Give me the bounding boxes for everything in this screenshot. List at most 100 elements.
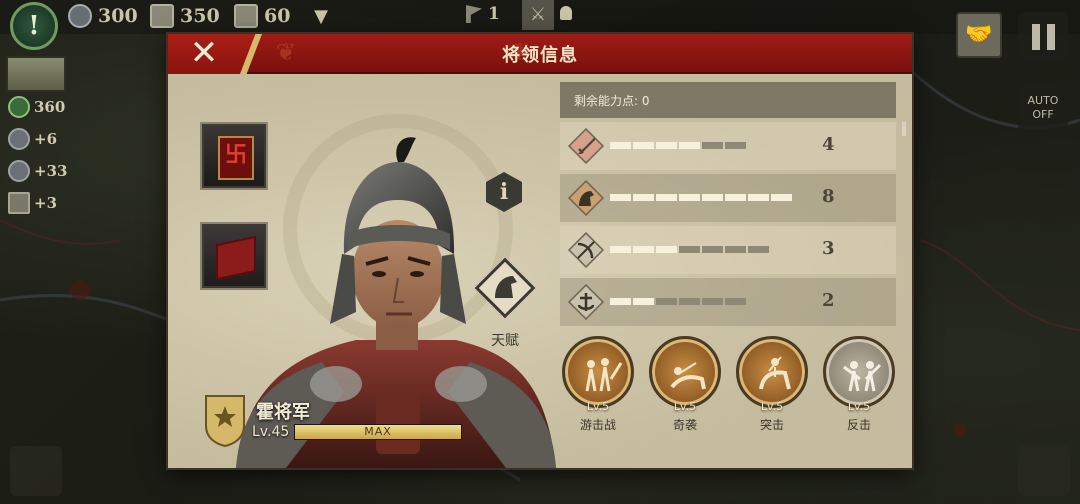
cavalry-value: 8 — [822, 186, 835, 207]
general-info-panel: ✕ ❦ ❦ 将领信息 卐 i 天赋 霍将军 Lv.45 MAX 剩余能力点: 0… — [168, 34, 912, 468]
alert-button[interactable]: ! — [10, 2, 58, 50]
stat-segment — [725, 142, 746, 149]
general-name: 霍将军 — [256, 402, 310, 423]
hourglass-button[interactable] — [1018, 446, 1070, 496]
panel-header: ✕ ❦ ❦ 将领信息 — [168, 34, 912, 74]
army-icon — [8, 96, 30, 118]
hammer-amount: 350 — [180, 5, 220, 27]
panel-title: 将领信息 — [502, 45, 578, 66]
bow-icon — [568, 232, 604, 268]
panel-body: 卐 i 天赋 霍将军 Lv.45 MAX 剩余能力点: 0 4 8 3 2 Lv… — [168, 74, 912, 468]
skill-name: 突击 — [759, 418, 784, 432]
scroll-icon — [234, 4, 258, 28]
skill-guerrilla[interactable]: Lv.5 游击战 — [560, 336, 636, 436]
army-value: 360 — [34, 98, 66, 116]
city-thumbnail[interactable] — [6, 56, 66, 92]
auto-label: AUTO — [1027, 94, 1059, 107]
experience-bar: MAX — [294, 424, 462, 440]
stat-row-attack: 4 — [560, 122, 896, 170]
silver-coin-icon — [68, 4, 92, 28]
stat-segment — [702, 298, 723, 305]
silver-amount: 300 — [98, 5, 138, 27]
stat-segment — [610, 142, 631, 149]
stat-segment — [725, 298, 746, 305]
info-icon: i — [499, 179, 509, 205]
archery-value: 3 — [822, 238, 835, 259]
stat-row-archery: 3 — [560, 226, 896, 274]
skill-level: Lv.5 — [673, 400, 697, 413]
skill-counterattack[interactable]: Lv.5 反击 — [821, 336, 897, 436]
talent-label: 天赋 — [491, 333, 519, 349]
rank-badge-icon — [205, 395, 245, 448]
stat-segment — [610, 194, 631, 201]
experience-label: MAX — [364, 425, 392, 438]
silver-income-value: +33 — [34, 162, 68, 180]
stat-segment — [656, 246, 677, 253]
silver-income-stat: +33 — [8, 160, 67, 182]
scroll-icon — [8, 192, 30, 214]
horse-icon — [568, 180, 604, 216]
skill-level: Lv.5 — [847, 400, 871, 413]
anchor-icon — [568, 284, 604, 320]
stat-segment — [610, 246, 631, 253]
person-icon — [560, 6, 572, 20]
stat-segment — [633, 142, 654, 149]
skill-name: 奇袭 — [672, 418, 697, 432]
stat-segment — [656, 142, 677, 149]
skill-name: 游击战 — [579, 418, 616, 432]
map-scroll-button[interactable] — [10, 446, 62, 496]
stat-row-cavalry: 8 — [560, 174, 896, 222]
scroll-amount: 60 — [264, 5, 291, 27]
counterattack-skill-icon — [823, 336, 895, 408]
people-value: +6 — [34, 130, 58, 148]
general-level: Lv.45 — [252, 424, 290, 440]
flag-icon — [466, 5, 482, 23]
pause-button[interactable] — [1018, 12, 1068, 62]
remaining-points-label: 剩余能力点: 0 — [574, 94, 650, 108]
stat-segment — [633, 246, 654, 253]
stat-segment — [748, 246, 769, 253]
diplomacy-handshake-button[interactable]: 🤝 — [956, 12, 1002, 58]
scroll-resource: 60 — [234, 4, 290, 28]
skill-surprise-attack[interactable]: Lv.5 奇袭 — [647, 336, 723, 436]
hammer-icon — [150, 4, 174, 28]
auto-state: OFF — [1032, 108, 1054, 121]
flag-count: 1 — [488, 4, 500, 24]
skill-assault[interactable]: Lv.5 突击 — [734, 336, 810, 436]
attack-value: 4 — [822, 134, 835, 155]
auto-toggle-button[interactable]: AUTO OFF — [1018, 82, 1068, 132]
assault-skill-icon — [736, 336, 808, 408]
stat-segment — [771, 194, 792, 201]
attack-bar — [610, 142, 746, 149]
stat-segment — [679, 194, 700, 201]
stat-segment — [702, 194, 723, 201]
stat-segment — [679, 142, 700, 149]
navy-value: 2 — [822, 290, 835, 311]
skill-level: Lv.5 — [760, 400, 784, 413]
stat-row-navy: 2 — [560, 278, 896, 326]
people-stat: +6 — [8, 128, 57, 150]
stat-segment — [633, 194, 654, 201]
scrollbar-thumb[interactable] — [902, 122, 906, 136]
chevron-down-icon[interactable]: ▼ — [308, 6, 334, 27]
crossed-swords-button[interactable]: ⚔ — [522, 0, 554, 30]
army-stat: 360 — [8, 96, 65, 118]
guerrilla-skill-icon — [562, 336, 634, 408]
stat-segment — [679, 246, 700, 253]
stat-segment — [725, 246, 746, 253]
stat-segment — [610, 298, 631, 305]
scroll-income-stat: +3 — [8, 192, 57, 214]
scroll-income-value: +3 — [34, 194, 58, 212]
archery-bar — [610, 246, 769, 253]
talent-horse-icon[interactable] — [471, 254, 539, 322]
stat-segment — [702, 142, 723, 149]
sword-icon — [568, 128, 604, 164]
remaining-points-box: 剩余能力点: 0 — [560, 82, 896, 118]
stat-segment — [656, 194, 677, 201]
skill-name: 反击 — [846, 418, 871, 432]
stat-segment — [748, 194, 769, 201]
cavalry-bar — [610, 194, 792, 201]
stat-segment — [679, 298, 700, 305]
flag-resource: 1 — [466, 4, 500, 24]
silver-coin-icon — [8, 160, 30, 182]
